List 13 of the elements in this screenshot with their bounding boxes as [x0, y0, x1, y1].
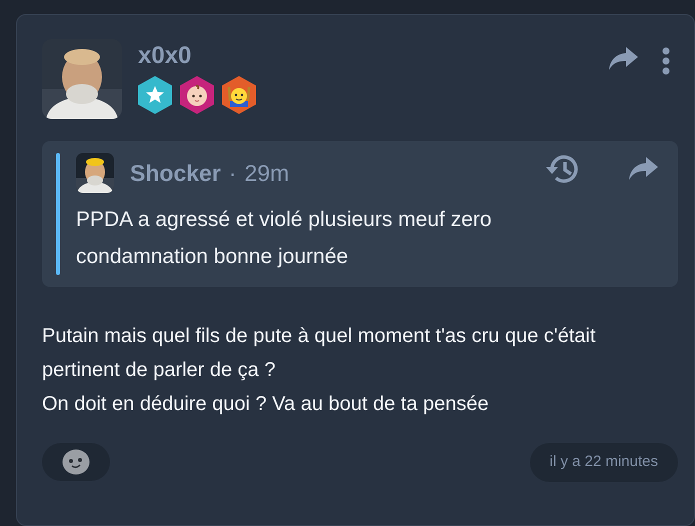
quote-author[interactable]: Shocker [130, 156, 221, 190]
separator: · [228, 158, 236, 188]
message-text: Putain mais quel fils de pute à quel moment t'as cru que c'était pertinent de parler de ça ? [42, 324, 596, 383]
quote-text: PPDA a agressé et violé plusieurs meuf zero condamnation bonne journée [76, 207, 493, 270]
quote-time: 29m [244, 158, 290, 188]
message-text: On doit en déduire quoi ? Va au bout de ta pensée [42, 392, 490, 417]
timestamp: il y a 22 minutes [530, 443, 678, 482]
username[interactable]: x0x0 [138, 44, 608, 68]
smiley-icon [62, 449, 90, 476]
share-icon[interactable] [608, 47, 638, 71]
more-icon[interactable] [662, 47, 670, 75]
history-icon[interactable] [546, 153, 580, 185]
reaction-button[interactable] [42, 443, 110, 482]
